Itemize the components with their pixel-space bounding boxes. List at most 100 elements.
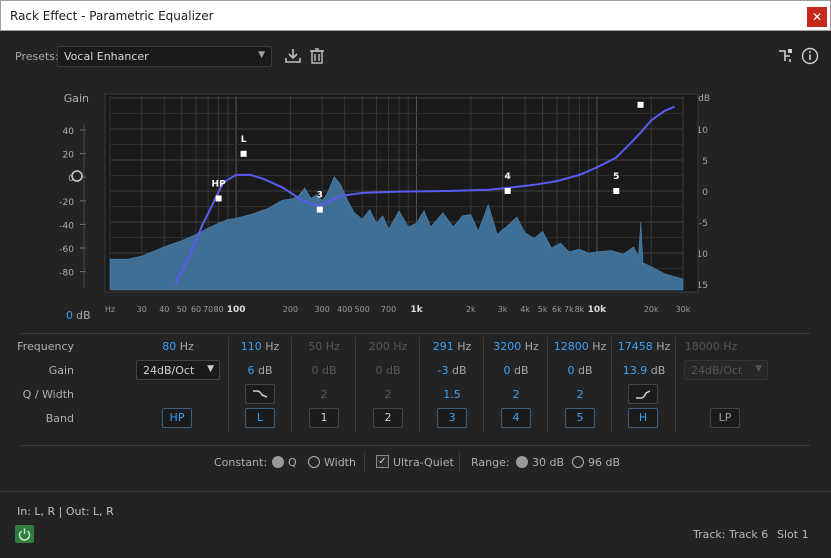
gain-readout-value[interactable]: 0 — [66, 309, 73, 322]
high-shelf-gain[interactable]: 13.9 dB — [612, 364, 676, 377]
low-shelf-shape-icon — [253, 390, 268, 398]
high-shelf-shape-button[interactable] — [628, 384, 658, 404]
frequency-tick-label: 200 — [283, 305, 298, 314]
frequency-tick-label: Hz — [105, 305, 115, 314]
frequency-tick-label: 2k — [466, 305, 476, 314]
frequency-tick-label: 4k — [520, 305, 530, 314]
frequency-tick-label: 20k — [644, 305, 659, 314]
gain-readout-unit: dB — [76, 309, 91, 322]
gain-tick-label: 20 — [63, 151, 75, 161]
divider — [364, 452, 365, 472]
frequency-tick-label: 1k — [410, 305, 423, 315]
band4-q[interactable]: 2 — [484, 388, 548, 401]
constant-q-radio[interactable] — [272, 456, 284, 468]
lp-frequency[interactable]: 18000 Hz — [679, 340, 743, 353]
constant-q-label: Q — [288, 456, 297, 469]
low-shelf-frequency[interactable]: 110 Hz — [228, 340, 292, 353]
db-axis-title: dB — [698, 94, 710, 104]
low-shelf-shape-button[interactable] — [245, 384, 275, 404]
band-l-button[interactable]: L — [245, 408, 275, 428]
close-button[interactable]: ✕ — [807, 7, 827, 27]
frequency-tick-label: 8k — [575, 305, 585, 314]
divider — [0, 491, 831, 492]
presets-dropdown[interactable]: Vocal Enhancer ▼ — [57, 46, 272, 67]
band-5-button[interactable]: 5 — [565, 408, 595, 428]
band3-frequency[interactable]: 291 Hz — [420, 340, 484, 353]
presets-label: Presets: — [15, 50, 59, 63]
band3-gain[interactable]: -3 dB — [420, 364, 484, 377]
frequency-tick-label: 70 — [203, 305, 213, 314]
band-row-label: Band — [45, 412, 74, 425]
band3-q[interactable]: 1.5 — [420, 388, 484, 401]
gain-tick-label: 40 — [63, 127, 75, 137]
track-label: Track: Track 6 — [693, 528, 769, 541]
band5-frequency[interactable]: 12800 Hz — [548, 340, 612, 353]
constant-width-label: Width — [324, 456, 356, 469]
band-handle[interactable] — [240, 150, 247, 157]
q-width-row-label: Q / Width — [22, 388, 74, 401]
band5-q[interactable]: 2 — [548, 388, 612, 401]
divider — [20, 445, 810, 446]
frequency-tick-label: 80 — [214, 305, 224, 314]
range-30db-radio[interactable] — [516, 456, 528, 468]
frequency-tick-label: 500 — [355, 305, 370, 314]
ultra-quiet-checkbox[interactable]: ✓ — [376, 455, 389, 468]
high-shelf-frequency[interactable]: 17458 Hz — [612, 340, 676, 353]
band-2-button[interactable]: 2 — [373, 408, 403, 428]
band-hp-button[interactable]: HP — [162, 408, 192, 428]
band1-q[interactable]: 2 — [292, 388, 356, 401]
gain-tick-label: -40 — [59, 221, 74, 231]
band5-gain[interactable]: 0 dB — [548, 364, 612, 377]
eq-graph[interactable]: Gain dB 40200-20-40-60-80 1050-5-10-15 H… — [0, 88, 831, 328]
frequency-row-label: Frequency — [17, 340, 74, 353]
frequency-tick-label: 100 — [227, 305, 246, 315]
frequency-tick-label: 40 — [159, 305, 169, 314]
db-tick-label: 5 — [702, 157, 708, 167]
routing-icon — [779, 49, 792, 62]
frequency-tick-label: 400 — [337, 305, 352, 314]
gain-knob[interactable] — [71, 170, 83, 182]
band-handle-label: HP — [212, 179, 227, 189]
gain-tick-label: -60 — [59, 245, 74, 255]
lp-slope-dropdown[interactable]: 24dB/Oct ▼ — [684, 360, 768, 380]
band-handle[interactable] — [613, 188, 620, 194]
band-handle[interactable] — [504, 188, 511, 194]
save-preset-button[interactable] — [283, 46, 303, 66]
band1-gain[interactable]: 0 dB — [292, 364, 356, 377]
low-shelf-gain[interactable]: 6 dB — [228, 364, 292, 377]
band4-frequency[interactable]: 3200 Hz — [484, 340, 548, 353]
constant-width-radio[interactable] — [308, 456, 320, 468]
gain-axis-title: Gain — [64, 92, 89, 105]
range-96db-radio[interactable] — [572, 456, 584, 468]
band4-gain[interactable]: 0 dB — [484, 364, 548, 377]
close-icon: ✕ — [811, 10, 823, 24]
power-button[interactable] — [15, 525, 34, 543]
info-button[interactable] — [800, 46, 820, 66]
frequency-tick-label: 700 — [381, 305, 396, 314]
band-handle-label: L — [241, 135, 247, 145]
band2-q[interactable]: 2 — [356, 388, 420, 401]
hp-slope-dropdown[interactable]: 24dB/Oct ▼ — [136, 360, 220, 380]
band2-gain[interactable]: 0 dB — [356, 364, 420, 377]
frequency-tick-label: 3k — [498, 305, 508, 314]
chevron-down-icon: ▼ — [258, 50, 265, 60]
band-lp-button[interactable]: LP — [710, 408, 740, 428]
hp-frequency[interactable]: 80 Hz — [146, 340, 210, 353]
band-handle[interactable] — [316, 206, 323, 213]
chevron-down-icon: ▼ — [207, 364, 214, 374]
frequency-tick-label: 300 — [315, 305, 330, 314]
band2-frequency[interactable]: 200 Hz — [356, 340, 420, 353]
band-1-button[interactable]: 1 — [309, 408, 339, 428]
delete-preset-button[interactable] — [307, 46, 327, 66]
band-handle-label: 5 — [613, 172, 619, 182]
frequency-tick-label: 10k — [588, 305, 608, 315]
band-handle[interactable] — [637, 101, 644, 108]
band-h-button[interactable]: H — [628, 408, 658, 428]
band-handle[interactable] — [215, 195, 222, 202]
divider — [459, 452, 460, 472]
band1-frequency[interactable]: 50 Hz — [292, 340, 356, 353]
routing-button[interactable] — [776, 46, 796, 66]
band-4-button[interactable]: 4 — [501, 408, 531, 428]
io-routing-label: In: L, R | Out: L, R — [17, 505, 114, 518]
band-3-button[interactable]: 3 — [437, 408, 467, 428]
